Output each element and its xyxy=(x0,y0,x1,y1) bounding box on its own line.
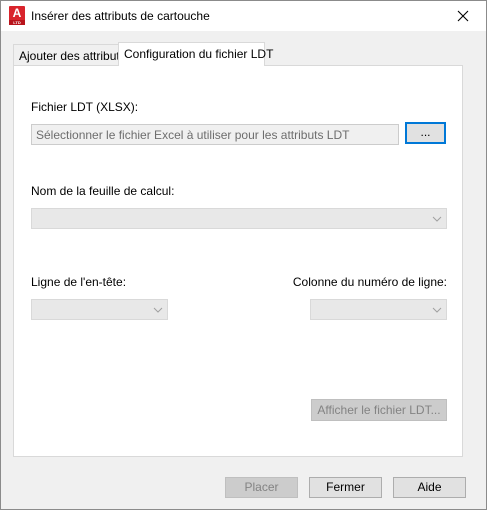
chevron-down-icon xyxy=(432,307,442,313)
close-dialog-button[interactable]: Fermer xyxy=(309,477,382,498)
title-bar: A LTD Insérer des attributs de cartouche xyxy=(1,1,486,31)
help-button[interactable]: Aide xyxy=(393,477,466,498)
tab-panel: Fichier LDT (XLSX): Sélectionner le fich… xyxy=(13,65,463,457)
header-row-label: Ligne de l'en-tête: xyxy=(31,275,127,289)
row-number-column-label: Colonne du numéro de ligne: xyxy=(292,275,447,289)
chevron-down-icon xyxy=(153,307,163,313)
browse-button[interactable]: ... xyxy=(405,122,446,144)
sheet-name-select[interactable] xyxy=(31,208,447,229)
app-icon-letter: A xyxy=(12,6,22,20)
ldt-file-input[interactable]: Sélectionner le fichier Excel à utiliser… xyxy=(31,124,399,145)
ldt-file-label: Fichier LDT (XLSX): xyxy=(31,100,139,114)
sheet-name-label: Nom de la feuille de calcul: xyxy=(31,184,175,198)
row-number-column-select[interactable] xyxy=(310,299,447,320)
close-icon xyxy=(457,10,469,22)
tab-ldt-configuration[interactable]: Configuration du fichier LDT xyxy=(118,42,273,66)
tab-add-attributes[interactable]: Ajouter des attributs xyxy=(13,44,126,65)
window-title: Insérer des attributs de cartouche xyxy=(31,9,210,23)
header-row-select[interactable] xyxy=(31,299,168,320)
autocad-app-icon: A LTD xyxy=(9,6,25,25)
show-ldt-file-button[interactable]: Afficher le fichier LDT... xyxy=(311,399,447,421)
dialog-window: A LTD Insérer des attributs de cartouche… xyxy=(0,0,487,510)
chevron-down-icon xyxy=(432,216,442,222)
place-button[interactable]: Placer xyxy=(225,477,298,498)
close-button[interactable] xyxy=(440,1,486,31)
app-icon-sub: LTD xyxy=(9,20,25,25)
